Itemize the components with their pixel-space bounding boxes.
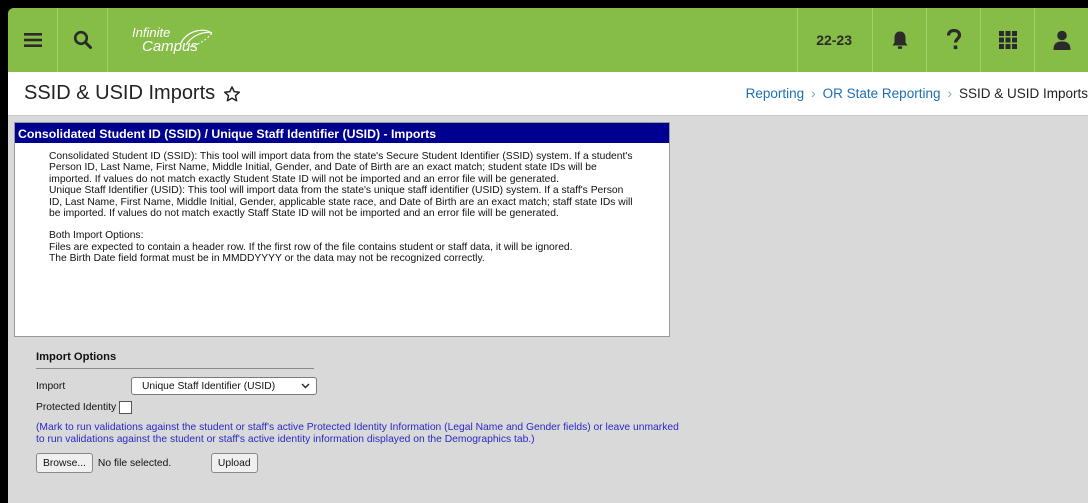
menu-icon — [23, 33, 42, 47]
menu-button[interactable] — [8, 8, 58, 72]
logo-swoosh-icon — [179, 29, 213, 48]
top-bar: Infinite Campus 22-23 — [8, 8, 1088, 72]
school-year-selector[interactable]: 22-23 — [797, 8, 872, 72]
page-title: SSID & USID Imports — [24, 82, 216, 104]
ssid-description: Consolidated Student ID (SSID): This too… — [49, 151, 633, 185]
search-button[interactable] — [58, 8, 108, 72]
import-options-title: Import Options — [36, 351, 314, 369]
chevron-right-icon: › — [811, 86, 816, 101]
panel-body: Consolidated Student ID (SSID): This too… — [15, 143, 669, 265]
both-options-line1: Files are expected to contain a header r… — [49, 241, 573, 253]
file-status: No file selected. — [97, 457, 172, 469]
app-window: Infinite Campus 22-23 SSID & USID Import… — [8, 8, 1088, 503]
breadcrumb-or-state-reporting[interactable]: OR State Reporting — [823, 86, 941, 101]
notifications-button[interactable] — [872, 8, 926, 72]
help-button[interactable] — [926, 8, 980, 72]
import-options: Import Options Import Unique Staff Ident… — [36, 351, 686, 473]
apps-grid-icon — [998, 31, 1017, 49]
chevron-right-icon: › — [947, 86, 952, 101]
page-header: SSID & USID Imports Reporting › OR State… — [8, 72, 1088, 116]
both-options-title: Both Import Options: — [49, 230, 144, 242]
infinite-campus-logo[interactable]: Infinite Campus — [132, 26, 216, 54]
description-panel: Consolidated Student ID (SSID) / Unique … — [14, 122, 670, 337]
both-options-line2: The Birth Date field format must be in M… — [49, 253, 485, 265]
bell-icon — [892, 31, 907, 49]
protected-identity-note: (Mark to run validations against the stu… — [36, 422, 679, 445]
usid-description: Unique Staff Identifier (USID): This too… — [49, 185, 633, 220]
user-icon — [1053, 30, 1070, 50]
import-row: Import Unique Staff Identifier (USID) — [36, 377, 686, 395]
breadcrumb: Reporting › OR State Reporting › SSID & … — [746, 86, 1088, 101]
breadcrumb-reporting[interactable]: Reporting — [746, 86, 805, 101]
upload-button[interactable]: Upload — [210, 453, 258, 473]
favorite-button[interactable] — [223, 85, 241, 103]
panel-heading: Consolidated Student ID (SSID) / Unique … — [15, 123, 669, 143]
help-icon — [946, 29, 961, 50]
import-type-value: Unique Staff Identifier (USID) — [142, 380, 276, 392]
star-icon — [224, 85, 241, 101]
import-label: Import — [36, 380, 66, 392]
protected-identity-label: Protected Identity — [36, 402, 117, 413]
search-icon — [73, 30, 92, 49]
user-account-button[interactable] — [1034, 8, 1088, 72]
import-type-select[interactable]: Unique Staff Identifier (USID) — [131, 377, 317, 395]
protected-identity-checkbox[interactable] — [119, 401, 133, 414]
protected-identity-row: Protected Identity — [36, 401, 686, 414]
breadcrumb-current: SSID & USID Imports — [958, 86, 1088, 101]
apps-button[interactable] — [980, 8, 1034, 72]
file-upload-row: Browse... No file selected. Upload — [36, 453, 686, 473]
browse-button[interactable]: Browse... — [36, 453, 93, 473]
chevron-down-icon — [301, 383, 310, 389]
